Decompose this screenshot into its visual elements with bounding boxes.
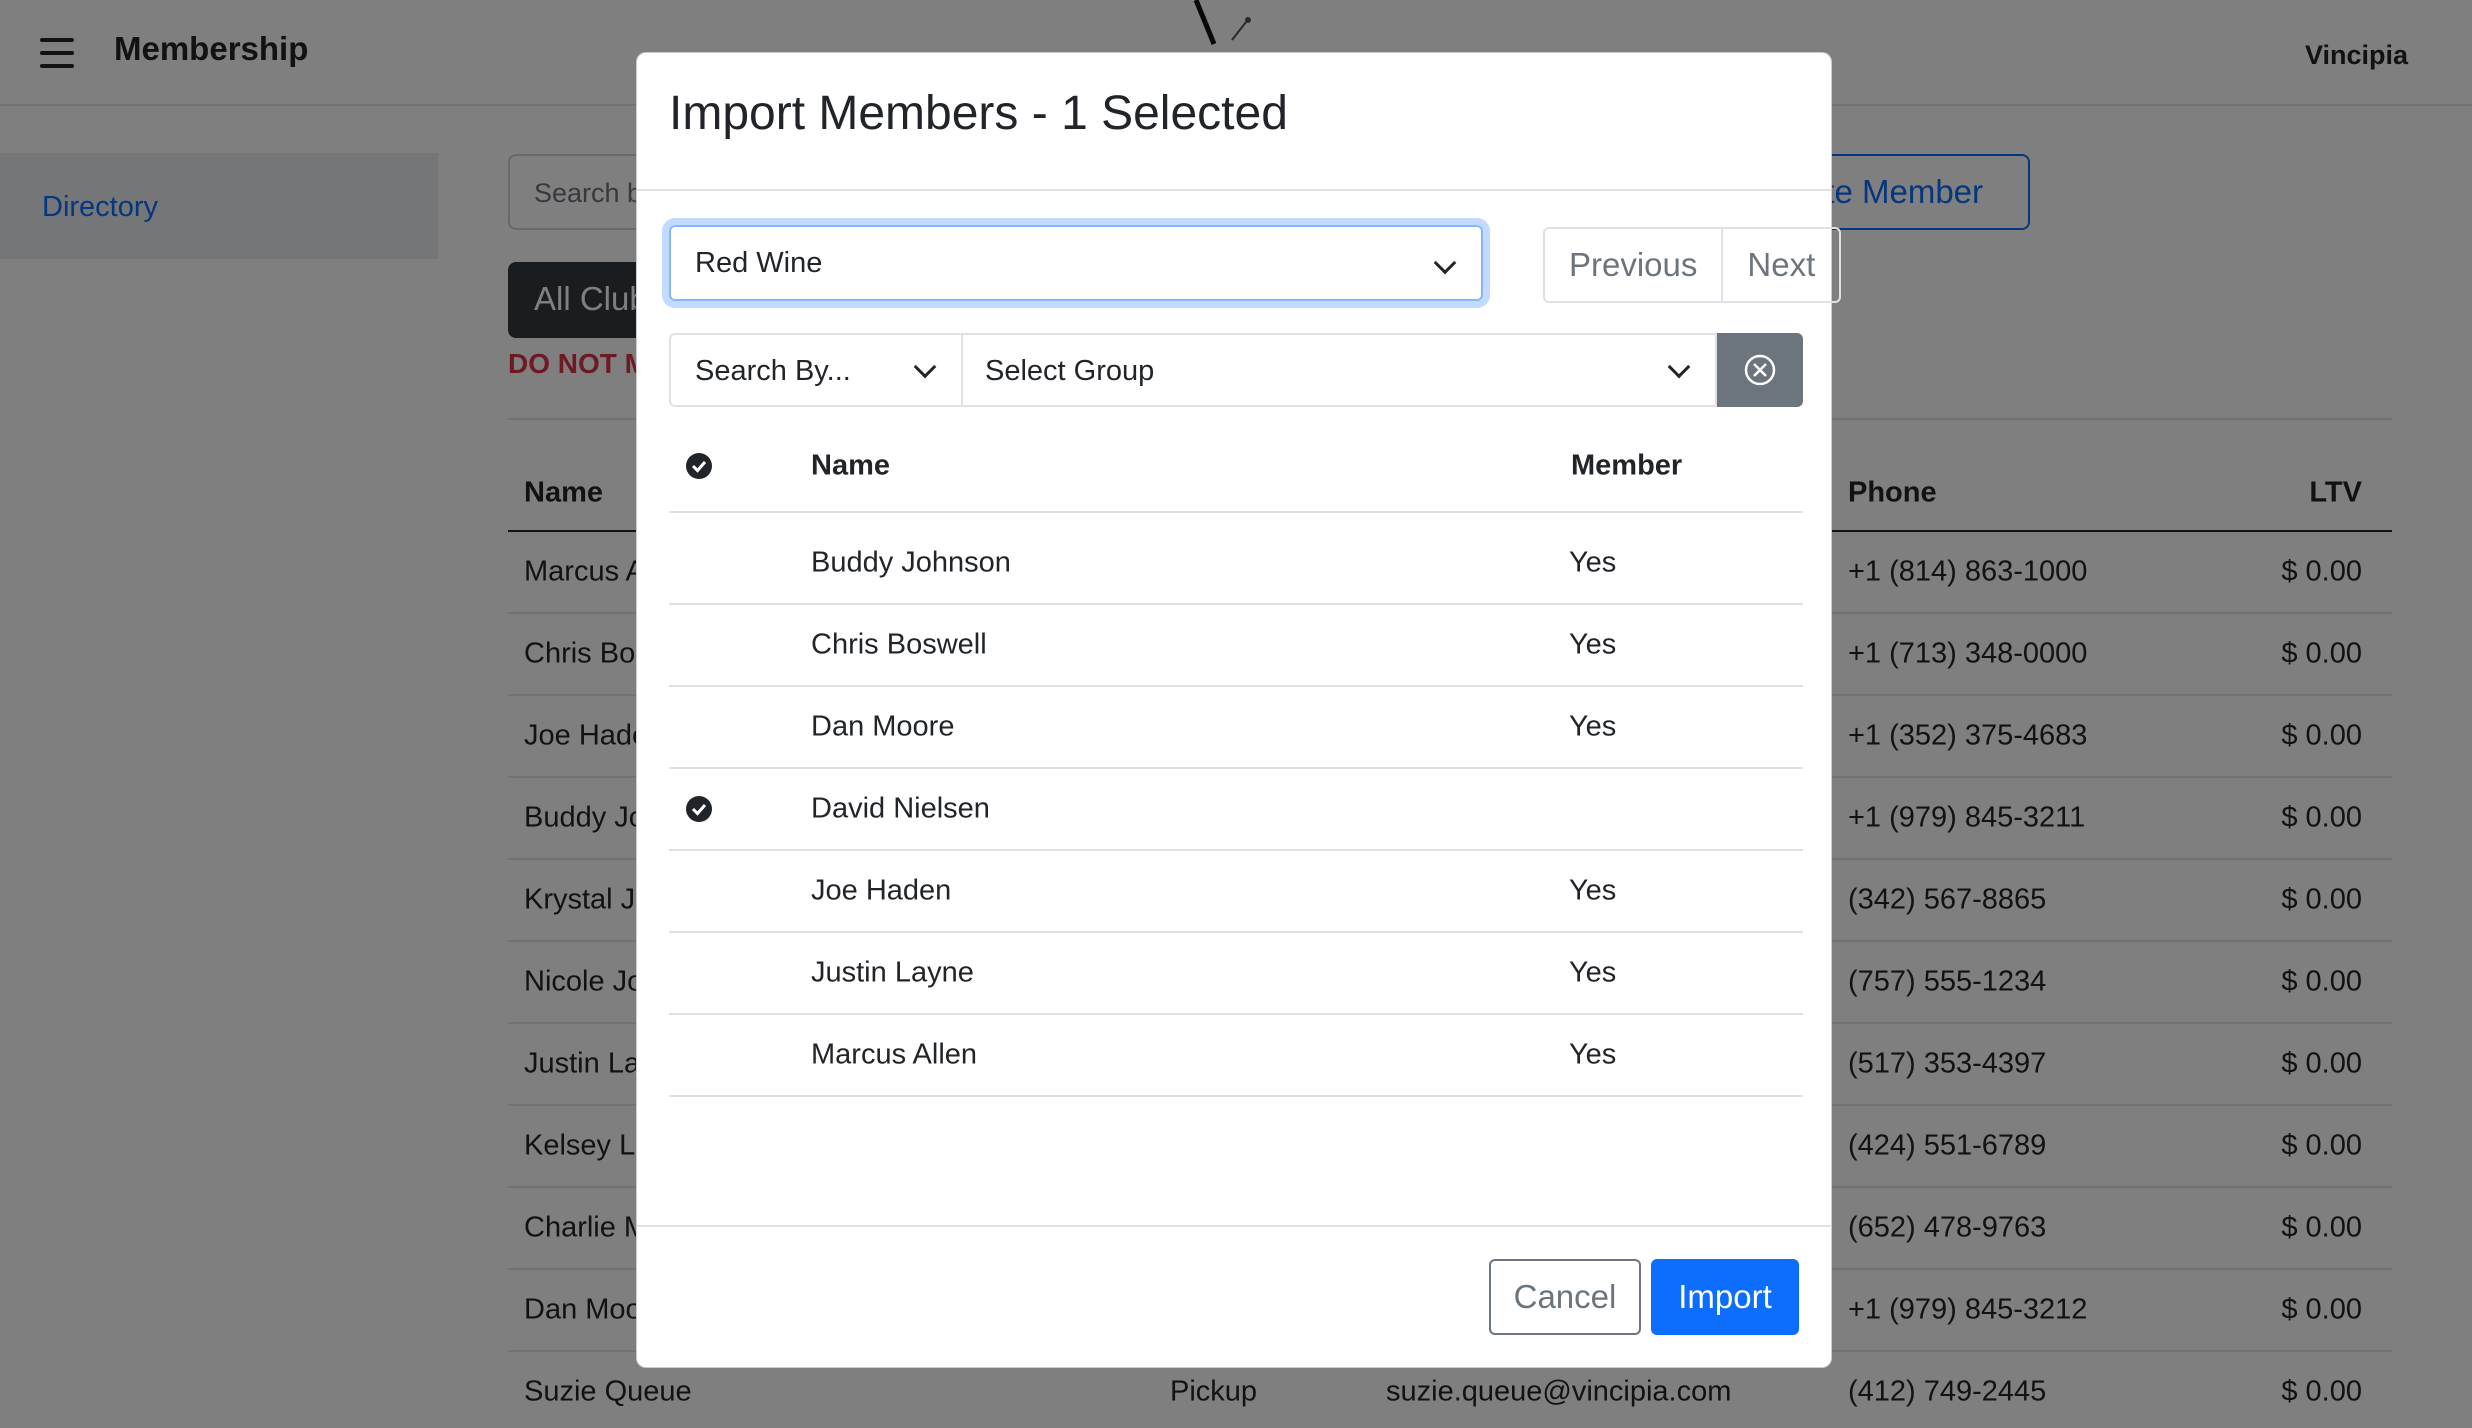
member-name: David Nielsen (811, 792, 990, 825)
member-name: Chris Boswell (811, 628, 987, 661)
modal-header: Import Members - 1 Selected (637, 53, 1831, 191)
modal-footer: Cancel Import (637, 1225, 1831, 1367)
member-name: Dan Moore (811, 710, 955, 743)
cancel-button[interactable]: Cancel (1489, 1259, 1641, 1335)
club-select[interactable]: Red Wine (669, 225, 1483, 301)
table-row[interactable]: Joe Haden Yes (669, 851, 1803, 933)
select-all-check-icon[interactable] (685, 452, 713, 480)
member-status: Yes (1569, 546, 1617, 579)
table-row[interactable]: Marcus Allen Yes (669, 1015, 1803, 1097)
chevron-down-icon (1433, 251, 1457, 275)
column-header-name: Name (811, 449, 890, 482)
member-name: Joe Haden (811, 874, 952, 907)
group-select-value: Select Group (985, 355, 1155, 387)
close-circle-icon (1744, 354, 1776, 386)
search-by-value: Search By... (695, 355, 851, 387)
previous-button[interactable]: Previous (1545, 229, 1721, 301)
group-select[interactable]: Select Group (961, 333, 1717, 407)
import-button[interactable]: Import (1651, 1259, 1799, 1335)
member-status: Yes (1569, 1038, 1617, 1071)
member-status: Yes (1569, 628, 1617, 661)
table-row[interactable]: Dan Moore Yes (669, 687, 1803, 769)
next-button[interactable]: Next (1721, 229, 1839, 301)
search-by-select[interactable]: Search By... (669, 333, 963, 407)
member-status: Yes (1569, 874, 1617, 907)
modal-title: Import Members - 1 Selected (669, 87, 1288, 140)
check-circle-icon[interactable] (685, 795, 713, 823)
member-name: Buddy Johnson (811, 546, 1011, 579)
import-members-table: Name Member Buddy Johnson Yes Chris Bosw… (669, 421, 1803, 1097)
chevron-down-icon (913, 355, 937, 379)
import-members-modal: Import Members - 1 Selected Red Wine Pre… (636, 52, 1842, 1368)
table-row[interactable]: Buddy Johnson Yes (669, 523, 1803, 605)
column-header-member: Member (1571, 449, 1683, 482)
club-select-value: Red Wine (695, 247, 823, 279)
pagination: Previous Next (1543, 227, 1842, 303)
table-header-row: Name Member (669, 421, 1803, 513)
chevron-down-icon (1667, 355, 1691, 379)
member-name: Justin Layne (811, 956, 974, 989)
member-status: Yes (1569, 956, 1617, 989)
member-status: Yes (1569, 710, 1617, 743)
table-row[interactable]: David Nielsen (669, 769, 1803, 851)
table-row[interactable]: Justin Layne Yes (669, 933, 1803, 1015)
member-name: Marcus Allen (811, 1038, 978, 1071)
table-row[interactable]: Chris Boswell Yes (669, 605, 1803, 687)
clear-filter-button[interactable] (1717, 333, 1803, 407)
